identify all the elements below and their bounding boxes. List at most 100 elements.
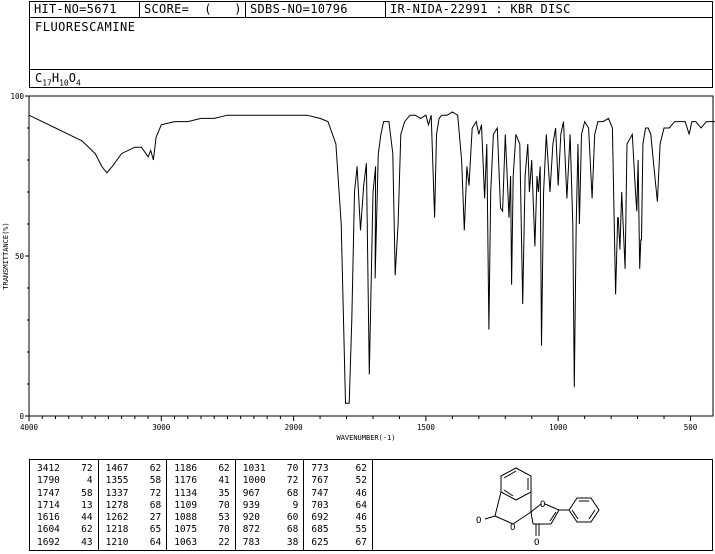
peak-wavenumber: 685 bbox=[311, 524, 329, 536]
peak-row: 1000 72 bbox=[236, 475, 304, 487]
bond bbox=[503, 489, 514, 497]
peak-wavenumber: 920 bbox=[242, 512, 260, 524]
bond bbox=[512, 511, 532, 525]
peak-transmittance: 52 bbox=[355, 475, 367, 487]
plot-frame bbox=[28, 95, 714, 417]
bond bbox=[544, 503, 560, 511]
peak-wavenumber: 1714 bbox=[37, 499, 60, 511]
peak-wavenumber: 1278 bbox=[105, 499, 129, 511]
peak-wavenumber: 1467 bbox=[105, 463, 129, 474]
peak-transmittance: 62 bbox=[218, 463, 230, 474]
peak-wavenumber: 1109 bbox=[174, 499, 198, 511]
peak-wavenumber: 1262 bbox=[105, 512, 129, 524]
x-tick-label: 2000 bbox=[285, 423, 304, 432]
axes: 4000 3000 2000 1500 1000 500 0 50 100 bbox=[10, 92, 697, 432]
peak-transmittance: 60 bbox=[286, 512, 299, 524]
peak-transmittance: 70 bbox=[286, 463, 299, 474]
x-tick-label: 3000 bbox=[152, 423, 171, 432]
atom-label-o: O bbox=[534, 538, 539, 548]
peak-transmittance: 4 bbox=[86, 475, 93, 487]
peak-wavenumber: 1075 bbox=[174, 524, 198, 536]
bond bbox=[484, 515, 496, 520]
peak-row: 1186 62 bbox=[167, 463, 235, 475]
peak-row: 767 52 bbox=[304, 475, 372, 487]
peak-wavenumber: 1692 bbox=[37, 536, 60, 548]
peak-transmittance: 9 bbox=[292, 499, 299, 511]
peak-row: 872 68 bbox=[236, 524, 304, 536]
peak-transmittance: 35 bbox=[218, 487, 230, 499]
peak-wavenumber: 625 bbox=[311, 536, 329, 548]
peak-row: 783 38 bbox=[236, 537, 304, 549]
peak-transmittance: 70 bbox=[218, 499, 230, 511]
peak-row: 1616 44 bbox=[30, 512, 98, 524]
peak-transmittance: 41 bbox=[218, 475, 230, 487]
peak-wavenumber: 967 bbox=[242, 487, 260, 499]
peak-row: 1109 70 bbox=[167, 500, 235, 512]
molecule-structure: O O O O bbox=[476, 467, 600, 548]
peak-row: 1088 53 bbox=[167, 512, 235, 524]
peak-transmittance: 64 bbox=[149, 536, 162, 548]
peak-column: 1186 62 1176 41 1134 35 1109 70 1088 53 1075 70 1063… bbox=[167, 460, 236, 550]
peak-wavenumber: 3412 bbox=[37, 463, 60, 474]
peak-wavenumber: 1031 bbox=[242, 463, 266, 474]
peak-transmittance: 68 bbox=[149, 499, 162, 511]
peak-wavenumber: 1790 bbox=[37, 475, 60, 487]
peak-row: 1337 72 bbox=[99, 488, 167, 500]
peak-transmittance: 72 bbox=[149, 487, 162, 499]
atom-label-o: O bbox=[476, 516, 481, 526]
peak-wavenumber: 1616 bbox=[37, 512, 60, 524]
peak-wavenumber: 1218 bbox=[105, 524, 129, 536]
bond bbox=[571, 509, 579, 520]
peak-transmittance: 27 bbox=[149, 512, 162, 524]
peak-wavenumber: 1176 bbox=[174, 475, 198, 487]
peak-transmittance: 72 bbox=[81, 463, 93, 474]
peak-row: 1262 27 bbox=[99, 512, 167, 524]
x-axis-label: WAVENUMBER(-1) bbox=[336, 434, 395, 442]
peak-transmittance: 62 bbox=[355, 463, 367, 474]
peak-row: 1176 41 bbox=[167, 475, 235, 487]
peak-transmittance: 38 bbox=[286, 536, 299, 548]
peak-row: 920 60 bbox=[236, 512, 304, 524]
peak-row: 625 67 bbox=[304, 537, 372, 549]
peak-row: 1714 13 bbox=[30, 500, 98, 512]
peak-wavenumber: 692 bbox=[311, 512, 329, 524]
peak-transmittance: 62 bbox=[149, 463, 162, 474]
peak-table: 3412 72 1790 4 1747 58 1714 13 1616 44 1604 62 1692 4… bbox=[29, 459, 373, 551]
y-tick-label: 50 bbox=[15, 252, 25, 261]
peak-row: 773 62 bbox=[304, 463, 372, 475]
atom-label-o: O bbox=[540, 500, 545, 510]
peak-transmittance: 55 bbox=[355, 524, 367, 536]
peak-wavenumber: 872 bbox=[242, 524, 260, 536]
peak-transmittance: 72 bbox=[286, 475, 299, 487]
peak-column: 1031 70 1000 72 967 68 939 9 920 60 872 68 783 38 bbox=[236, 460, 305, 550]
spectrum-line bbox=[28, 111, 715, 404]
peak-row: 1790 4 bbox=[30, 475, 98, 487]
peak-row: 1134 35 bbox=[167, 488, 235, 500]
peak-wavenumber: 1210 bbox=[105, 536, 129, 548]
peak-row: 1218 65 bbox=[99, 524, 167, 536]
y-tick-label: 0 bbox=[19, 412, 24, 421]
peak-wavenumber: 703 bbox=[311, 499, 329, 511]
peak-wavenumber: 747 bbox=[311, 487, 329, 499]
peak-wavenumber: 939 bbox=[242, 499, 260, 511]
peak-row: 1747 58 bbox=[30, 488, 98, 500]
peak-wavenumber: 1134 bbox=[174, 487, 198, 499]
peak-row: 1355 58 bbox=[99, 475, 167, 487]
x-tick-label: 1000 bbox=[549, 423, 568, 432]
peak-wavenumber: 1000 bbox=[242, 475, 266, 487]
peak-row: 939 9 bbox=[236, 500, 304, 512]
peak-wavenumber: 767 bbox=[311, 475, 329, 487]
peak-row: 3412 72 bbox=[30, 463, 98, 475]
peak-column: 3412 72 1790 4 1747 58 1714 13 1616 44 1604 62 1692 4… bbox=[30, 460, 99, 550]
peak-row: 1031 70 bbox=[236, 463, 304, 475]
peak-wavenumber: 1063 bbox=[174, 536, 198, 548]
bond bbox=[530, 511, 534, 525]
peak-wavenumber: 1337 bbox=[105, 487, 129, 499]
benzo-ring bbox=[500, 467, 532, 501]
peak-wavenumber: 773 bbox=[311, 463, 329, 474]
peak-transmittance: 68 bbox=[286, 487, 299, 499]
peak-row: 1467 62 bbox=[99, 463, 167, 475]
x-tick-label: 4000 bbox=[20, 423, 39, 432]
peak-transmittance: 43 bbox=[81, 536, 93, 548]
peak-row: 703 64 bbox=[304, 500, 372, 512]
